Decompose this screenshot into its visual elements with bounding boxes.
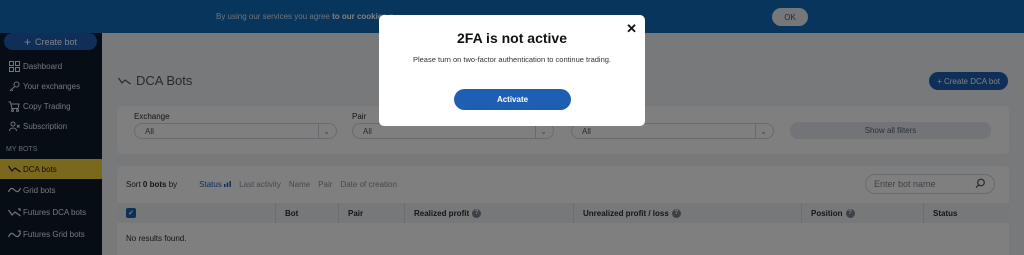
modal-title: 2FA is not active: [457, 30, 567, 46]
activate-button[interactable]: Activate: [454, 89, 571, 110]
modal-message: Please turn on two-factor authentication…: [412, 55, 612, 64]
twofa-modal: ✕ 2FA is not active Please turn on two-f…: [379, 15, 645, 126]
